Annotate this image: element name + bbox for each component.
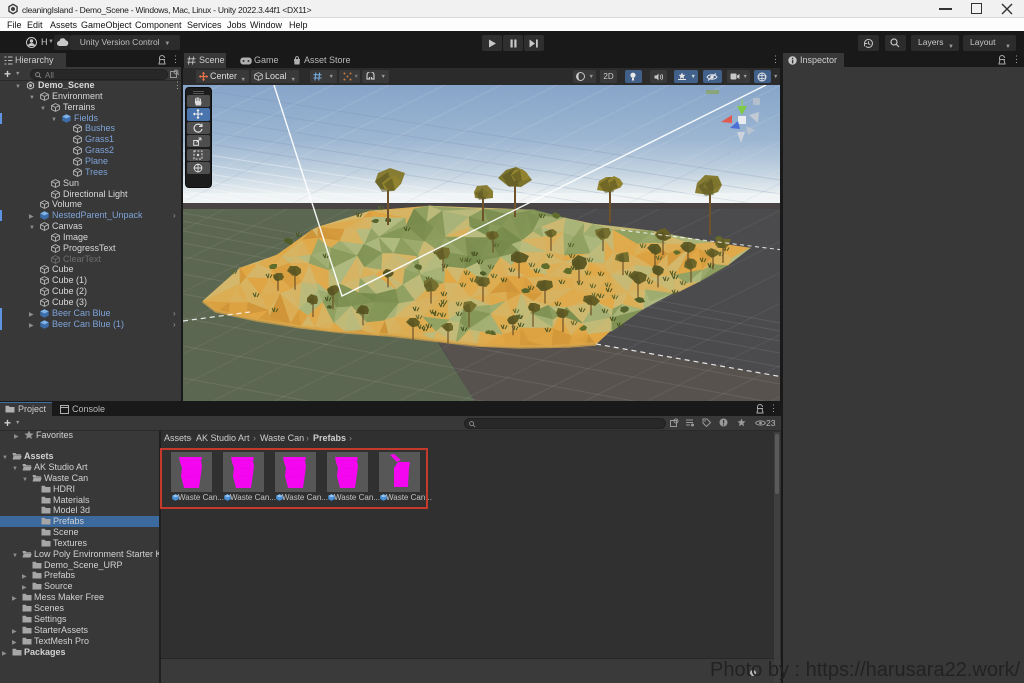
svg-text:Persp: Persp bbox=[731, 150, 749, 157]
